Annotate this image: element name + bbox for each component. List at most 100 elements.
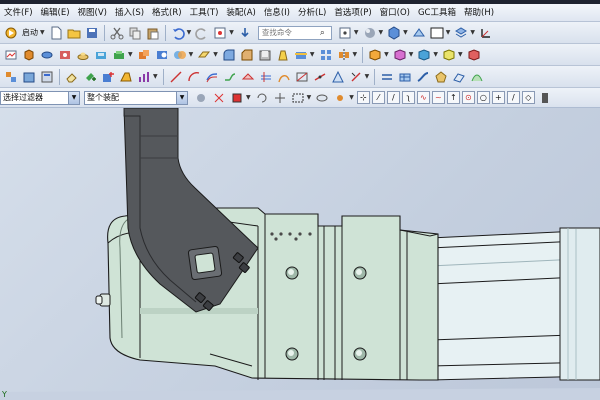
swept-icon[interactable] bbox=[415, 69, 431, 85]
pull-face-icon[interactable] bbox=[416, 47, 432, 63]
mirror-icon[interactable] bbox=[336, 47, 352, 63]
dropdown-arrow-icon[interactable]: ▼ bbox=[446, 29, 451, 36]
copy-icon[interactable] bbox=[127, 25, 143, 41]
menu-analysis[interactable]: 分析(L) bbox=[294, 5, 330, 21]
general-filter-icon[interactable] bbox=[193, 90, 209, 106]
dropdown-arrow-icon[interactable]: ▼ bbox=[40, 29, 45, 36]
chevron-down-icon[interactable]: ▼ bbox=[68, 91, 79, 104]
snap-view-icon[interactable] bbox=[337, 25, 353, 41]
background-icon[interactable] bbox=[429, 25, 445, 41]
command-finder-input[interactable] bbox=[261, 28, 320, 37]
trim-body-icon[interactable] bbox=[293, 47, 309, 63]
replace-face-icon[interactable] bbox=[466, 47, 482, 63]
menu-file[interactable]: 文件(F) bbox=[0, 5, 37, 21]
component-icon[interactable] bbox=[21, 69, 37, 85]
composite-curve-icon[interactable] bbox=[276, 69, 292, 85]
shaded-cube-icon[interactable] bbox=[386, 25, 402, 41]
menu-edit[interactable]: 编辑(E) bbox=[37, 5, 74, 21]
rectangle-select-icon[interactable] bbox=[290, 90, 306, 106]
dropdown-arrow-icon[interactable]: ▼ bbox=[433, 51, 438, 58]
curve-mesh-icon[interactable] bbox=[397, 69, 413, 85]
extrude-icon[interactable] bbox=[21, 47, 37, 63]
revolve-icon[interactable] bbox=[39, 47, 55, 63]
command-finder[interactable]: ⌕ bbox=[257, 25, 332, 40]
assembly-model[interactable] bbox=[0, 108, 600, 400]
assembly-nav-icon[interactable] bbox=[3, 69, 19, 85]
wcs-icon[interactable] bbox=[478, 25, 494, 41]
ruled-surface-icon[interactable] bbox=[451, 69, 467, 85]
unite-icon[interactable] bbox=[136, 47, 152, 63]
dropdown-arrow-icon[interactable]: ▼ bbox=[403, 29, 408, 36]
pattern-icon[interactable] bbox=[318, 47, 334, 63]
dropdown-arrow-icon[interactable]: ▼ bbox=[246, 94, 251, 101]
open-folder-icon[interactable] bbox=[66, 25, 82, 41]
move-face-icon[interactable] bbox=[392, 47, 408, 63]
layer-settings-icon[interactable] bbox=[453, 25, 469, 41]
dropdown-arrow-icon[interactable]: ▼ bbox=[365, 73, 370, 80]
control-point-snap-icon[interactable]: / bbox=[386, 91, 400, 104]
hole-icon[interactable] bbox=[57, 47, 73, 63]
dropdown-arrow-icon[interactable]: ▼ bbox=[458, 51, 463, 58]
cut-icon[interactable] bbox=[109, 25, 125, 41]
trim-curve-icon[interactable] bbox=[348, 69, 364, 85]
undo-icon[interactable] bbox=[170, 25, 186, 41]
intersect-icon[interactable] bbox=[172, 47, 188, 63]
chamfer-icon[interactable] bbox=[239, 47, 255, 63]
intersect-curve-icon[interactable] bbox=[258, 69, 274, 85]
subtract-icon[interactable] bbox=[154, 47, 170, 63]
offset-curve-icon[interactable] bbox=[204, 69, 220, 85]
edge-blend-icon[interactable] bbox=[221, 47, 237, 63]
view-sphere-icon[interactable] bbox=[314, 90, 330, 106]
circle-center-snap-icon[interactable]: ⊙ bbox=[461, 91, 475, 104]
midpoint-snap-icon[interactable]: ⁄ bbox=[371, 91, 385, 104]
point-on-face-snap-icon[interactable]: / bbox=[506, 91, 520, 104]
orient-view-icon[interactable] bbox=[411, 25, 427, 41]
dropdown-arrow-icon[interactable]: ▼ bbox=[349, 94, 354, 101]
pad-icon[interactable] bbox=[111, 47, 127, 63]
silhouette-icon[interactable] bbox=[330, 69, 346, 85]
menu-assembly[interactable]: 装配(A) bbox=[222, 5, 259, 21]
dropdown-arrow-icon[interactable]: ▼ bbox=[379, 29, 384, 36]
touch-mode-icon[interactable] bbox=[237, 25, 253, 41]
dropdown-arrow-icon[interactable]: ▼ bbox=[229, 29, 234, 36]
pocket-icon[interactable] bbox=[93, 47, 109, 63]
boss-icon[interactable] bbox=[75, 47, 91, 63]
project-curve-icon[interactable] bbox=[240, 69, 256, 85]
dropdown-arrow-icon[interactable]: ▼ bbox=[384, 51, 389, 58]
shell-icon[interactable] bbox=[257, 47, 273, 63]
dropdown-arrow-icon[interactable]: ▼ bbox=[307, 94, 312, 101]
menu-view[interactable]: 视图(V) bbox=[74, 5, 111, 21]
render-style-icon[interactable] bbox=[362, 25, 378, 41]
dropdown-arrow-icon[interactable]: ▼ bbox=[187, 29, 192, 36]
pan-view-icon[interactable] bbox=[272, 90, 288, 106]
offset-region-icon[interactable] bbox=[441, 47, 457, 63]
dropdown-arrow-icon[interactable]: ▼ bbox=[470, 29, 475, 36]
menu-gc-toolbox[interactable]: GC工具箱 bbox=[414, 5, 460, 21]
arc-center-snap-icon[interactable]: ∿ bbox=[416, 91, 430, 104]
color-filter-icon[interactable] bbox=[229, 90, 245, 106]
new-parent-icon[interactable] bbox=[118, 69, 134, 85]
bridge-curve-icon[interactable] bbox=[222, 69, 238, 85]
arc-icon[interactable] bbox=[186, 69, 202, 85]
dropdown-arrow-icon[interactable]: ▼ bbox=[189, 51, 194, 58]
sketch-icon[interactable] bbox=[3, 47, 19, 63]
studio-surface-icon[interactable] bbox=[469, 69, 485, 85]
existing-point-snap-icon[interactable]: + bbox=[491, 91, 505, 104]
repeat-command-icon[interactable] bbox=[212, 25, 228, 41]
dropdown-arrow-icon[interactable]: ▼ bbox=[354, 29, 359, 36]
snap-point-icon[interactable] bbox=[332, 90, 348, 106]
cylinder-body[interactable] bbox=[429, 227, 600, 381]
add-component-icon[interactable] bbox=[82, 69, 98, 85]
dropdown-arrow-icon[interactable]: ▼ bbox=[310, 51, 315, 58]
sync-modeling-icon[interactable] bbox=[367, 47, 383, 63]
intersection-snap-icon[interactable]: ʅ bbox=[401, 91, 415, 104]
dropdown-arrow-icon[interactable]: ▼ bbox=[128, 51, 133, 58]
feature-selection-icon[interactable] bbox=[211, 90, 227, 106]
quadrant-snap-icon[interactable]: ↑ bbox=[446, 91, 460, 104]
start-label[interactable]: 启动 bbox=[22, 27, 38, 38]
selection-scope-select[interactable]: 整个装配 ▼ bbox=[84, 90, 188, 105]
type-filter-select[interactable]: 选择过滤器 ▼ bbox=[0, 90, 80, 105]
point-on-curve-snap-icon[interactable]: ○ bbox=[476, 91, 490, 104]
through-curves-icon[interactable] bbox=[379, 69, 395, 85]
rotate-view-icon[interactable] bbox=[254, 90, 270, 106]
